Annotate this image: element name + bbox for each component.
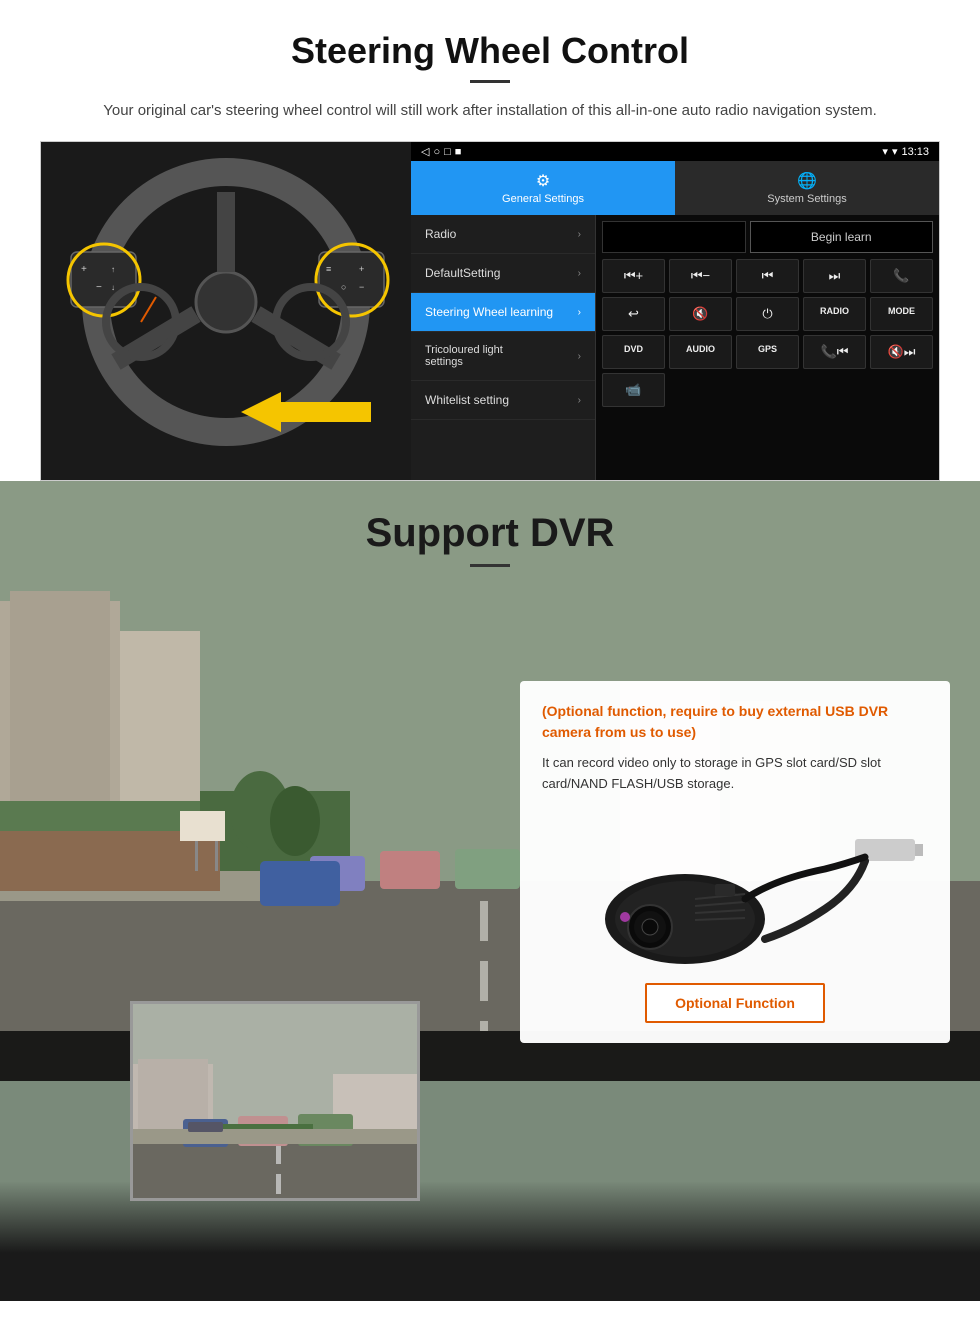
menu-radio[interactable]: Radio › [411, 215, 595, 254]
svg-text:−: − [96, 282, 102, 293]
ctrl-mode[interactable]: MODE [870, 297, 933, 331]
svg-text:↑: ↑ [111, 265, 115, 274]
settings-menu: Radio › DefaultSetting › Steering Wheel … [411, 215, 596, 480]
menu-tricoloured[interactable]: Tricoloured lightsettings › [411, 332, 595, 381]
ctrl-next[interactable]: ⏭ [803, 259, 866, 293]
menu-tricoloured-label: Tricoloured lightsettings [425, 344, 503, 368]
chevron-right-icon: › [578, 229, 581, 240]
menu-whitelist[interactable]: Whitelist setting › [411, 381, 595, 420]
gear-icon: ⚙ [417, 171, 669, 191]
dvr-section: Support DVR (Optional function, require … [0, 481, 980, 1301]
recents-nav: □ [444, 146, 451, 158]
controls-row3: DVD AUDIO GPS 📞⏮ 🔇⏭ [602, 335, 933, 369]
steering-subtitle: Your original car's steering wheel contr… [40, 99, 940, 123]
ctrl-camera[interactable]: 📹 [602, 373, 665, 407]
title-divider [470, 80, 510, 83]
dvr-title-block: Support DVR [0, 481, 980, 567]
dvr-title-divider [470, 564, 510, 567]
dvr-camera-svg [545, 809, 925, 969]
dvr-preview-svg [133, 1004, 420, 1201]
svg-text:+: + [359, 264, 364, 274]
steering-demo: + − ↑ ↓ ≡ ○ + − [40, 141, 940, 481]
menu-steering-wheel[interactable]: Steering Wheel learning › [411, 293, 595, 332]
tab-system-label: System Settings [681, 193, 933, 205]
ctrl-mute[interactable]: 🔇 [669, 297, 732, 331]
ctrl-call[interactable]: 📞 [870, 259, 933, 293]
ctrl-gps[interactable]: GPS [736, 335, 799, 369]
begin-learn-row: Begin learn [602, 221, 933, 253]
dvr-camera-illustration [542, 809, 928, 969]
ctrl-power[interactable]: ⏻ [736, 297, 799, 331]
ctrl-back[interactable]: ↩ [602, 297, 665, 331]
steering-title: Steering Wheel Control [40, 30, 940, 72]
dvr-preview-thumbnail [130, 1001, 420, 1201]
ctrl-vol-down[interactable]: ⏮− [669, 259, 732, 293]
controls-row2: ↩ 🔇 ⏻ RADIO MODE [602, 297, 933, 331]
svg-text:↓: ↓ [111, 283, 115, 292]
ctrl-call-prev[interactable]: 📞⏮ [803, 335, 866, 369]
svg-text:−: − [359, 282, 364, 292]
menu-whitelist-label: Whitelist setting [425, 393, 509, 407]
time-display: 13:13 [901, 146, 929, 158]
svg-text:≡: ≡ [326, 264, 331, 274]
globe-icon: 🌐 [681, 171, 933, 191]
android-statusbar: ◁ ○ □ ■ ▾ ▾ 13:13 [411, 142, 939, 161]
menu-steering-label: Steering Wheel learning [425, 305, 553, 319]
ctrl-dvd[interactable]: DVD [602, 335, 665, 369]
menu-default-setting[interactable]: DefaultSetting › [411, 254, 595, 293]
optional-function-button[interactable]: Optional Function [645, 983, 825, 1023]
ctrl-mute-next[interactable]: 🔇⏭ [870, 335, 933, 369]
controls-row1: ⏮+ ⏮− ⏮ ⏭ 📞 [602, 259, 933, 293]
menu-default-label: DefaultSetting [425, 266, 500, 280]
ctrl-vol-up[interactable]: ⏮+ [602, 259, 665, 293]
tab-general-label: General Settings [417, 193, 669, 205]
begin-learn-button[interactable]: Begin learn [750, 221, 934, 253]
dvr-title: Support DVR [0, 511, 980, 556]
ctrl-radio[interactable]: RADIO [803, 297, 866, 331]
stop-nav: ■ [455, 146, 462, 158]
back-nav: ◁ [421, 145, 429, 158]
chevron-right-icon3: › [578, 307, 581, 318]
ctrl-audio[interactable]: AUDIO [669, 335, 732, 369]
signal-icon: ▾ [882, 145, 888, 158]
chevron-right-icon2: › [578, 268, 581, 279]
chevron-right-icon5: › [578, 395, 581, 406]
svg-text:+: + [81, 264, 87, 275]
svg-text:○: ○ [341, 282, 346, 292]
tab-general-settings[interactable]: ⚙ General Settings [411, 161, 675, 215]
menu-radio-label: Radio [425, 227, 456, 241]
dvr-description: It can record video only to storage in G… [542, 753, 928, 795]
steering-photo: + − ↑ ↓ ≡ ○ + − [41, 142, 411, 481]
controls-row4: 📹 [602, 373, 933, 407]
android-tabs: ⚙ General Settings 🌐 System Settings [411, 161, 939, 215]
dvr-info-card: (Optional function, require to buy exter… [520, 681, 950, 1043]
home-nav: ○ [433, 146, 440, 158]
android-panel: ◁ ○ □ ■ ▾ ▾ 13:13 ⚙ General Settings 🌐 S… [411, 142, 939, 480]
tab-system-settings[interactable]: 🌐 System Settings [675, 161, 939, 215]
chevron-right-icon4: › [578, 351, 581, 362]
control-panel: Begin learn ⏮+ ⏮− ⏮ ⏭ 📞 ↩ 🔇 ⏻ [596, 215, 939, 480]
wifi-icon: ▾ [892, 145, 898, 158]
steering-wheel-svg: + − ↑ ↓ ≡ ○ + − [41, 142, 411, 481]
android-content: Radio › DefaultSetting › Steering Wheel … [411, 215, 939, 480]
ctrl-prev[interactable]: ⏮ [736, 259, 799, 293]
steering-section: Steering Wheel Control Your original car… [0, 0, 980, 481]
empty-left-cell [602, 221, 746, 253]
dvr-optional-text: (Optional function, require to buy exter… [542, 701, 928, 743]
